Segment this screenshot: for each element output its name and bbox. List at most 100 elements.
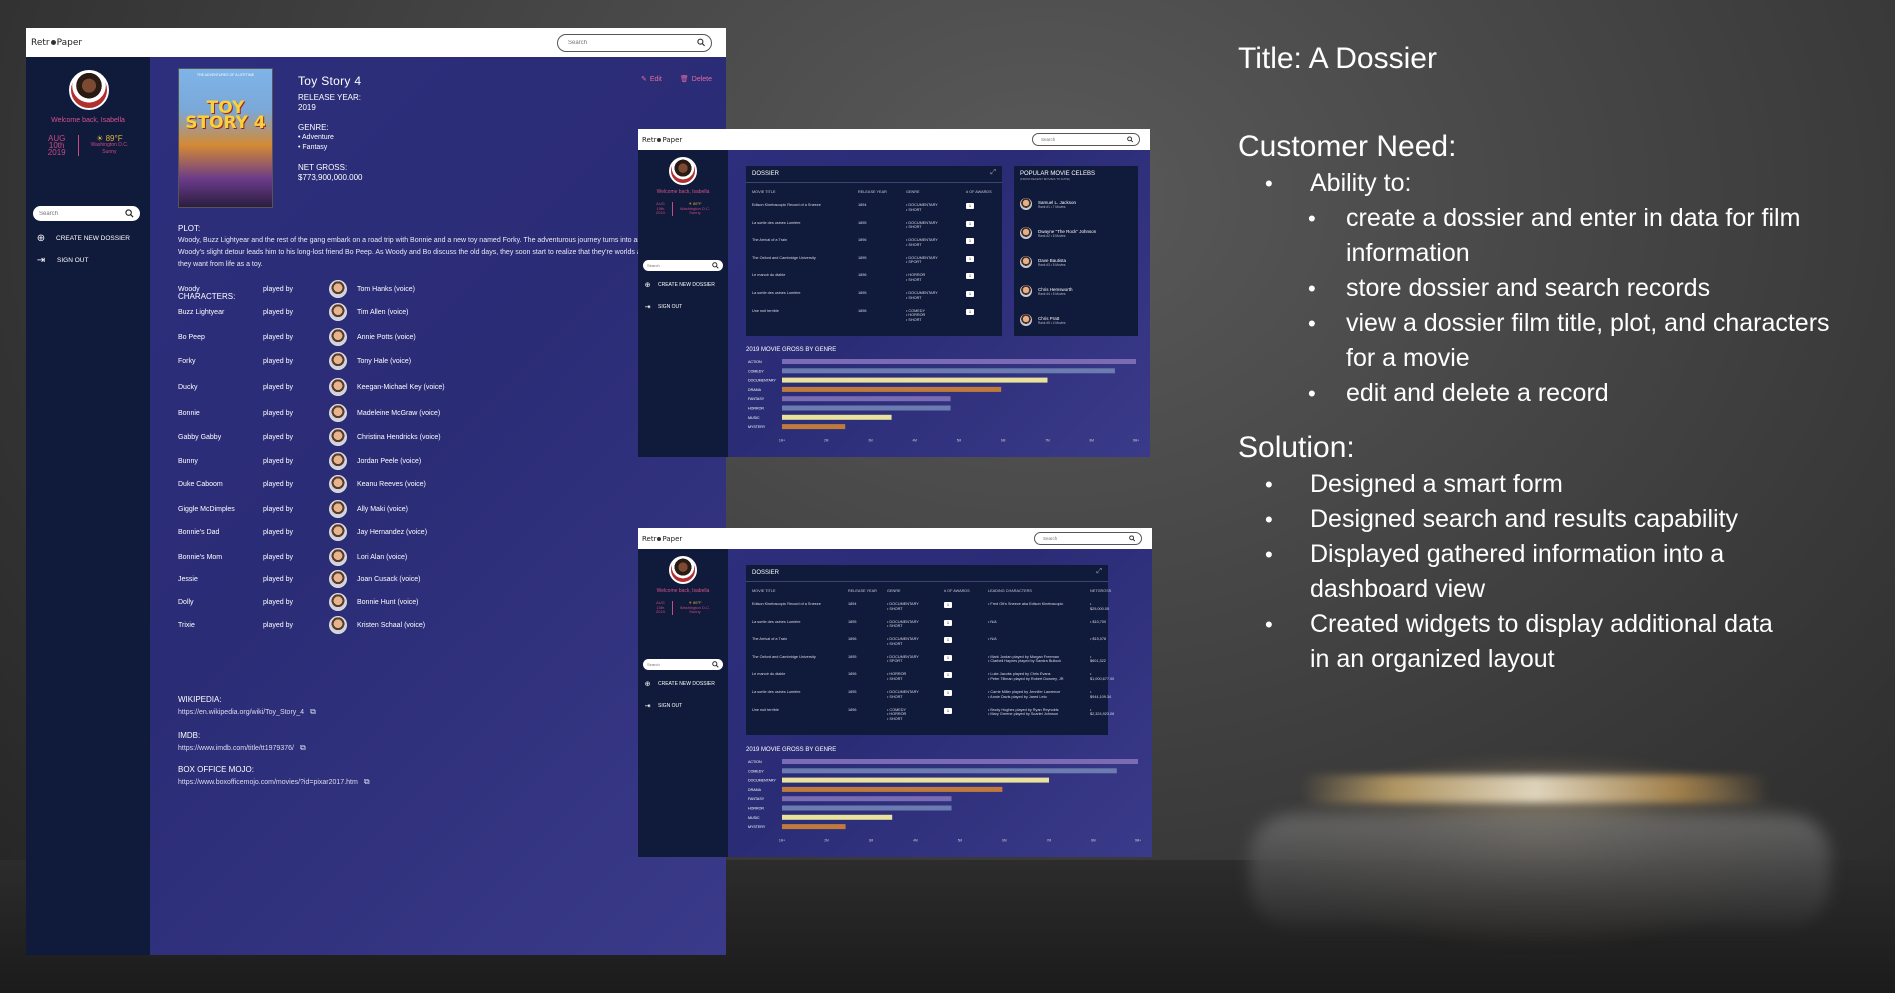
- chart-bar[interactable]: [782, 424, 846, 430]
- avatar[interactable]: [69, 70, 109, 110]
- table-row[interactable]: Le manoir du diable 1896 • HORROR • SHOR…: [746, 672, 1114, 688]
- row-title[interactable]: Edison Kinetoscopic Record of a Sneeze: [752, 602, 821, 607]
- table-row[interactable]: La sortie des usines Lumière 1895 • DOCU…: [746, 619, 1108, 636]
- table-row[interactable]: The Oxford and Cambridge University 1895…: [746, 654, 1108, 671]
- create-dossier-button[interactable]: ⊕ CREATE NEW DOSSIER: [644, 281, 715, 289]
- row-title[interactable]: The Arrival of a Train: [752, 238, 787, 243]
- search-icon[interactable]: [125, 209, 134, 218]
- search-icon[interactable]: [712, 661, 719, 668]
- boxoffice-link[interactable]: https://www.boxofficemojo.com/movies/?id…: [178, 777, 370, 787]
- avatar[interactable]: [669, 556, 697, 584]
- row-title[interactable]: Le manoir du diable: [752, 672, 785, 677]
- row-awards: 1: [944, 602, 952, 608]
- chart-bar[interactable]: [782, 768, 1117, 774]
- celeb-item[interactable]: Dwayne "The Rock" Johnson Rank #2 • 6 Mov…: [1020, 227, 1096, 239]
- sidebar-search[interactable]: [33, 206, 140, 221]
- row-title[interactable]: Le manoir du diable: [752, 273, 785, 278]
- chart-bar[interactable]: [782, 805, 952, 811]
- chart-bar[interactable]: [782, 368, 1115, 374]
- row-year: 1895: [848, 690, 857, 694]
- table-row[interactable]: The Arrival of a Train 1896 • DOCUMENTAR…: [746, 637, 1108, 653]
- search-icon[interactable]: [1127, 136, 1134, 143]
- row-title[interactable]: Une nuit terrible: [752, 309, 779, 314]
- brand-logo[interactable]: Retr Paper: [31, 38, 82, 48]
- wikipedia-url[interactable]: https://en.wikipedia.org/wiki/Toy_Story_…: [178, 709, 304, 716]
- edit-button[interactable]: ✎ Edit: [641, 75, 662, 84]
- top-search-input[interactable]: [568, 39, 697, 46]
- sidebar-search[interactable]: [643, 260, 723, 271]
- table-row[interactable]: Le manoir du diable 1896 • HORROR • SHOR…: [746, 273, 1002, 289]
- avatar[interactable]: [669, 157, 697, 185]
- sign-out-button[interactable]: ⇥ SIGN OUT: [644, 702, 683, 710]
- row-title[interactable]: La sortie des usines Lumière: [752, 291, 801, 296]
- row-title[interactable]: The Oxford and Cambridge University: [752, 256, 816, 261]
- chart-bar[interactable]: [782, 777, 1049, 783]
- sidebar-search-input[interactable]: [39, 210, 109, 217]
- character-row: Bo Peep played by Annie Potts (voice): [178, 327, 598, 347]
- chart-tick-label: 5M: [958, 838, 963, 842]
- row-genre: • DOCUMENTARY • SHORT: [887, 690, 919, 699]
- row-title[interactable]: La sortie des usines Lumière: [752, 690, 801, 695]
- table-row[interactable]: The Oxford and Cambridge University 1895…: [746, 255, 1002, 272]
- wikipedia-link[interactable]: https://en.wikipedia.org/wiki/Toy_Story_…: [178, 707, 316, 717]
- table-row[interactable]: Edison Kinetoscopic Record of a Sneeze 1…: [746, 602, 1109, 618]
- expand-icon[interactable]: ⤢: [990, 169, 996, 177]
- top-search[interactable]: [557, 33, 712, 52]
- chart-bar[interactable]: [782, 359, 1136, 364]
- celeb-item[interactable]: Samuel L. Jackson Rank #1 • 7 Movies: [1020, 198, 1076, 210]
- sign-out-button[interactable]: ⇥ SIGN OUT: [36, 255, 89, 266]
- search-icon[interactable]: [712, 262, 719, 269]
- chart-bar[interactable]: [782, 759, 1138, 764]
- chart-bar[interactable]: [782, 396, 951, 402]
- brand-logo[interactable]: Retr Paper: [642, 136, 682, 144]
- table-row[interactable]: La sortie des usines Lumière 1895 • DOCU…: [746, 220, 1002, 237]
- chart-bar[interactable]: [782, 405, 951, 411]
- external-link-icon[interactable]: ⧉: [364, 777, 370, 786]
- sign-out-button[interactable]: ⇥ SIGN OUT: [644, 303, 683, 311]
- external-link-icon[interactable]: ⧉: [300, 743, 306, 752]
- imdb-url[interactable]: https://www.imdb.com/title/tt1979376/: [178, 745, 294, 752]
- chart-bar[interactable]: [782, 796, 952, 802]
- table-row[interactable]: La sortie des usines Lumière 1895 • DOCU…: [746, 690, 1111, 706]
- create-dossier-button[interactable]: ⊕ CREATE NEW DOSSIER: [644, 680, 715, 688]
- row-title[interactable]: The Oxford and Cambridge University: [752, 655, 816, 660]
- celeb-item[interactable]: Chris Pratt Rank #5 • 4 Movies: [1020, 314, 1066, 326]
- chart-bar[interactable]: [782, 786, 1003, 792]
- chart-bar[interactable]: [782, 386, 1002, 392]
- chart-bar[interactable]: [782, 414, 892, 420]
- top-search[interactable]: [1032, 133, 1140, 146]
- chart-bar[interactable]: [782, 824, 846, 830]
- sidebar-search[interactable]: [643, 659, 723, 670]
- sidebar-search-input[interactable]: [647, 662, 697, 667]
- search-icon[interactable]: [1129, 535, 1136, 542]
- row-title[interactable]: La sortie des usines Lumière: [752, 620, 801, 625]
- top-search-input[interactable]: [1041, 137, 1128, 142]
- celeb-item[interactable]: Dave Bautista Rank #3 • 5 Movies: [1020, 256, 1066, 268]
- table-row[interactable]: Edison Kinetoscopic Record of a Sneeze 1…: [746, 203, 1002, 219]
- row-title[interactable]: Edison Kinetoscopic Record of a Sneeze: [752, 203, 821, 208]
- table-row[interactable]: La sortie des usines Lumière 1895 • DOCU…: [746, 291, 1002, 307]
- chart-category-label: HORROR: [748, 407, 764, 411]
- delete-button[interactable]: 🗑 Delete: [680, 75, 712, 84]
- top-search[interactable]: [1034, 532, 1142, 545]
- create-dossier-button[interactable]: ⊕ CREATE NEW DOSSIER: [36, 233, 130, 244]
- search-icon[interactable]: [696, 38, 705, 47]
- table-row[interactable]: Une nuit terrible 1896 • COMEDY • HORROR…: [746, 308, 1002, 325]
- celeb-item[interactable]: Chris Hemsworth Rank #4 • 5 Movies: [1020, 285, 1073, 297]
- chart-bar[interactable]: [782, 377, 1048, 383]
- row-title[interactable]: La sortie des usines Lumière: [752, 221, 801, 226]
- row-title[interactable]: The Arrival of a Train: [752, 637, 787, 642]
- brand-logo[interactable]: Retr Paper: [642, 535, 682, 543]
- table-row[interactable]: The Arrival of a Train 1896 • DOCUMENTAR…: [746, 238, 1002, 254]
- row-title[interactable]: Une nuit terrible: [752, 708, 779, 713]
- external-link-icon[interactable]: ⧉: [310, 707, 316, 716]
- table-row[interactable]: Une nuit terrible 1896 • COMEDY • HORROR…: [746, 707, 1114, 724]
- chart-bar[interactable]: [782, 814, 893, 820]
- imdb-link[interactable]: https://www.imdb.com/title/tt1979376/ ⧉: [178, 743, 306, 753]
- expand-icon[interactable]: ⤢: [1096, 568, 1102, 576]
- top-search-input[interactable]: [1043, 536, 1130, 541]
- sidebar-search-input[interactable]: [647, 263, 697, 268]
- boxoffice-url[interactable]: https://www.boxofficemojo.com/movies/?id…: [178, 779, 358, 786]
- chart-tick-label: 2M: [824, 438, 829, 442]
- movie-poster: THE ADVENTURES OF A LIFETIME TOY STORY 4: [178, 68, 273, 208]
